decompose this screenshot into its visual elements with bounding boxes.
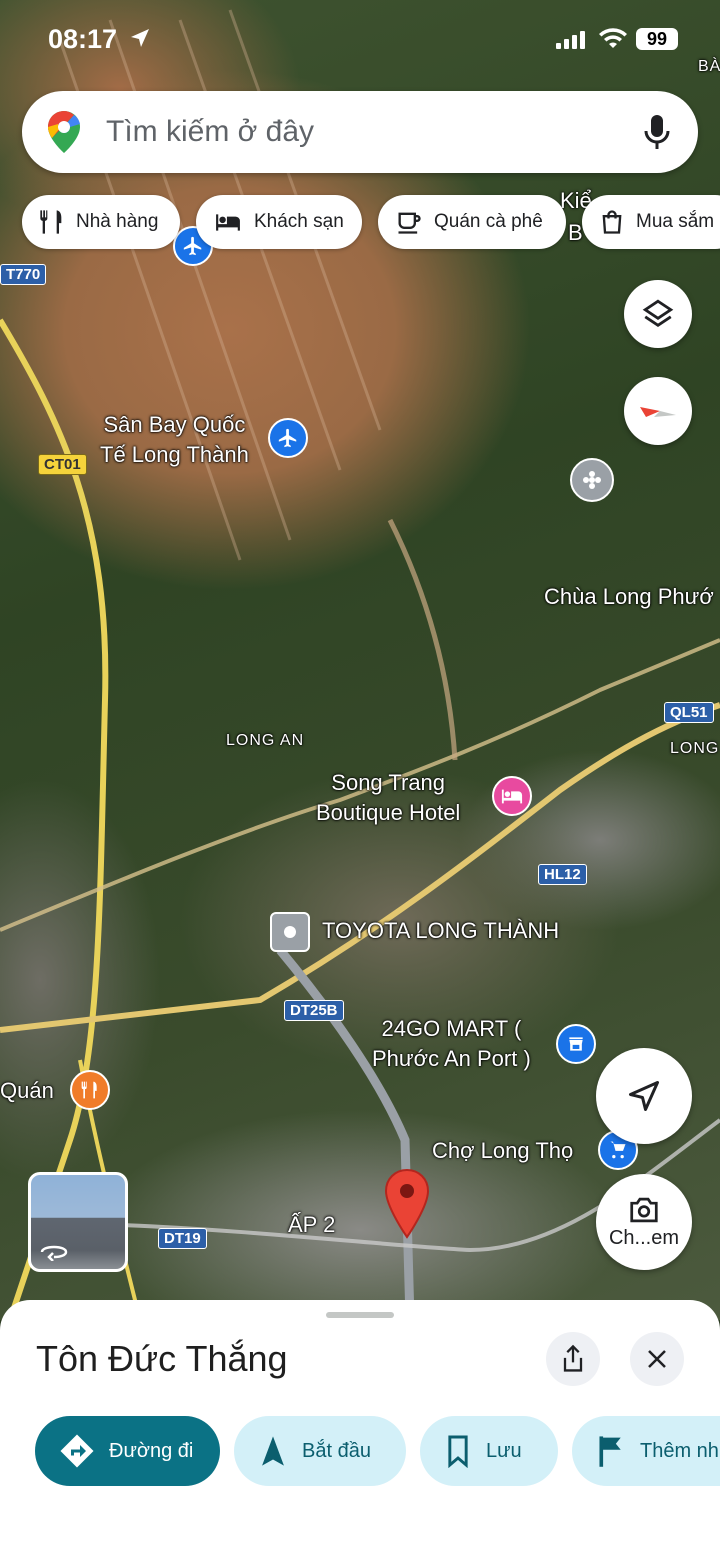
save-button[interactable]: Lưu — [420, 1416, 558, 1486]
rotate-360-icon — [40, 1245, 68, 1261]
place-title: Tôn Đức Thắng — [36, 1338, 288, 1379]
navigation-icon — [262, 1436, 284, 1466]
share-button[interactable] — [546, 1332, 600, 1386]
my-location-button[interactable] — [596, 1048, 692, 1144]
store-marker-icon[interactable] — [556, 1024, 596, 1064]
ap2-label: ẤP 2 — [288, 1212, 336, 1237]
compass-icon — [640, 407, 676, 417]
route-shield-t770: T770 — [0, 264, 47, 285]
google-maps-logo-icon — [48, 111, 80, 153]
chip-label: Khách sạn — [254, 211, 344, 232]
restaurant-marker-icon[interactable] — [70, 1070, 110, 1110]
toyota-label[interactable]: TOYOTA LONG THÀNH — [322, 916, 559, 946]
pagoda-marker-icon[interactable] — [570, 458, 614, 502]
chip-label: Mua sắm — [636, 211, 715, 232]
chip-cafes[interactable]: Quán cà phê — [378, 195, 566, 249]
directions-label: Đường đi — [109, 1439, 194, 1462]
bookmark-icon — [448, 1435, 468, 1468]
route-shield-dt25b: DT25B — [284, 1000, 344, 1021]
shopping-icon — [602, 210, 622, 234]
compass-button[interactable] — [624, 377, 692, 445]
route-shield-hl12: HL12 — [538, 864, 587, 885]
street-view-button[interactable]: Ch...em — [596, 1174, 692, 1270]
search-bar[interactable]: Tìm kiếm ở đây — [22, 91, 698, 173]
add-label-button[interactable]: Thêm nh — [572, 1416, 720, 1486]
restaurant-icon — [40, 210, 62, 234]
start-label: Bắt đầu — [302, 1439, 371, 1462]
navigation-arrow-icon — [629, 1081, 659, 1111]
status-time: 08:17 — [48, 24, 118, 54]
close-icon — [648, 1350, 666, 1368]
selected-place-pin-icon[interactable] — [384, 1168, 430, 1245]
directions-icon — [60, 1434, 94, 1468]
chip-hotels[interactable]: Khách sạn — [196, 195, 362, 249]
search-input[interactable]: Tìm kiếm ở đây — [106, 115, 314, 149]
long-an-label: LONG AN — [226, 732, 305, 749]
coffee-icon — [398, 212, 421, 234]
airport-label[interactable]: Sân Bay Quốc Tế Long Thành — [100, 410, 249, 470]
location-arrow-icon — [131, 29, 149, 47]
category-chips: Nhà hàng Khách sạn Quán cà phê Mua sắm — [0, 195, 720, 251]
start-button[interactable]: Bắt đầu — [234, 1416, 406, 1486]
street-view-thumbnail[interactable] — [28, 1172, 128, 1272]
sheet-drag-handle[interactable] — [326, 1312, 394, 1318]
hotel-marker-icon[interactable] — [492, 776, 532, 816]
battery-indicator: 99 — [636, 28, 678, 50]
share-icon — [563, 1344, 583, 1372]
camera-search-icon — [630, 1197, 658, 1222]
flag-icon — [599, 1436, 621, 1467]
hotel-icon — [216, 214, 240, 231]
chip-shopping[interactable]: Mua sắm — [582, 195, 720, 249]
wifi-icon — [599, 28, 627, 48]
hotel-label[interactable]: Song Trang Boutique Hotel — [316, 768, 460, 828]
add-label-label: Thêm nh — [640, 1439, 719, 1462]
street-view-button-label: Ch...em — [608, 1226, 680, 1249]
route-shield-ql51: QL51 — [664, 702, 714, 723]
layers-button[interactable] — [624, 280, 692, 348]
pagoda-label[interactable]: Chùa Long Phướ — [544, 582, 714, 612]
layers-icon — [642, 299, 674, 328]
long-label: LONG — [670, 740, 720, 757]
market-label[interactable]: Chợ Long Thọ — [432, 1136, 573, 1166]
save-label: Lưu — [486, 1439, 522, 1462]
route-shield-ct01: CT01 — [38, 454, 87, 475]
route-shield-dt19: DT19 — [158, 1228, 207, 1249]
directions-button[interactable]: Đường đi — [35, 1416, 220, 1486]
status-bar: 08:17 99 — [0, 0, 720, 80]
mart-label[interactable]: 24GO MART ( Phước An Port ) — [372, 1014, 531, 1074]
close-button[interactable] — [630, 1332, 684, 1386]
chip-label: Quán cà phê — [434, 211, 543, 232]
chip-restaurants[interactable]: Nhà hàng — [22, 195, 180, 249]
chip-label: Nhà hàng — [76, 211, 159, 232]
airport-marker-icon[interactable] — [268, 418, 308, 458]
quan-label[interactable]: Quán — [0, 1076, 54, 1106]
cellular-signal-icon — [556, 31, 585, 49]
toyota-marker-icon[interactable] — [270, 912, 310, 952]
place-bottom-sheet[interactable]: Tôn Đức Thắng Đường đi Bắt đầu Lưu Thêm … — [0, 1300, 720, 1559]
microphone-icon[interactable] — [642, 113, 672, 153]
